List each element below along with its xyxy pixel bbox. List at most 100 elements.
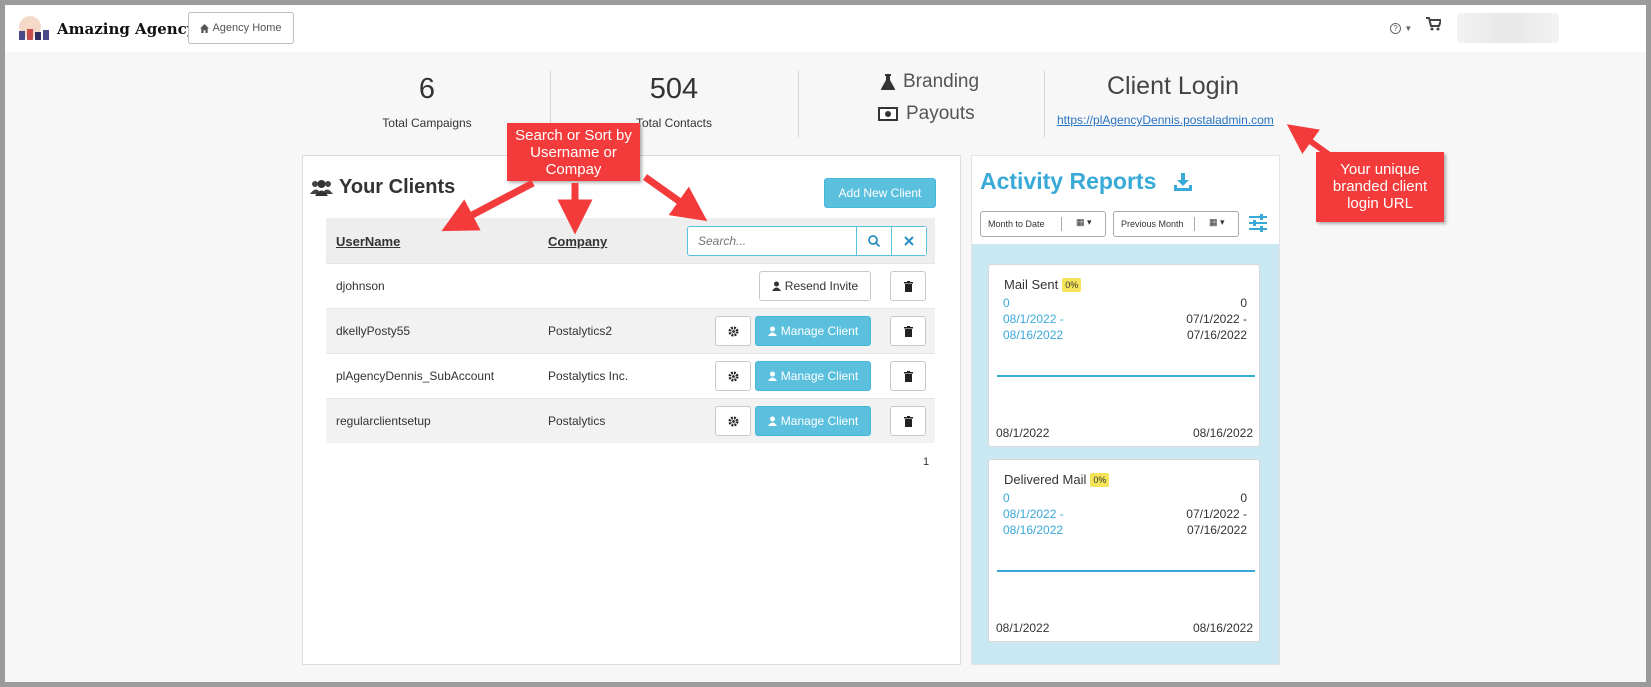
previous-range-line1: 07/1/2022 -: [1186, 312, 1247, 326]
sort-company-header[interactable]: Company: [548, 234, 607, 249]
total-campaigns-label: Total Campaigns: [382, 116, 472, 130]
mail-sent-card: Mail Sent 0% 0 08/1/2022 - 08/16/2022 0 …: [988, 264, 1260, 447]
current-range-select[interactable]: Month to Date ▦ ▾: [980, 211, 1106, 237]
sliders-icon[interactable]: [1249, 214, 1267, 232]
money-icon: [878, 107, 898, 121]
brand-name[interactable]: Amazing Agency: [57, 20, 196, 38]
client-login-title: Client Login: [1107, 72, 1240, 100]
row-company: Postalytics Inc.: [548, 369, 629, 383]
manage-client-button[interactable]: Manage Client: [755, 406, 871, 436]
user-account-menu[interactable]: [1457, 13, 1559, 43]
clients-title: Your Clients: [310, 176, 455, 199]
current-range-line1: 08/1/2022 -: [1003, 507, 1064, 521]
gear-icon: [727, 325, 739, 337]
previous-value: 0: [1240, 491, 1247, 505]
activity-reports-title: Activity Reports: [980, 168, 1193, 195]
search-callout: Search or Sort by Username or Compay: [507, 123, 640, 181]
gear-icon: [727, 415, 739, 427]
row-username: plAgencyDennis_SubAccount: [336, 369, 495, 383]
client-search: [687, 226, 927, 256]
gear-icon: [727, 370, 739, 382]
card-title-text: Mail Sent: [1004, 277, 1059, 292]
total-campaigns-stat: 6 Total Campaigns: [342, 73, 512, 130]
search-button[interactable]: [856, 227, 891, 255]
cart-icon[interactable]: [1426, 17, 1441, 31]
payouts-link[interactable]: Payouts: [878, 103, 975, 125]
stats-divider: [798, 71, 799, 137]
agency-home-label: Agency Home: [212, 22, 282, 34]
percent-badge: 0%: [1062, 277, 1082, 292]
agency-home-button[interactable]: Agency Home: [188, 12, 294, 44]
current-range-line1: 08/1/2022 -: [1003, 312, 1064, 326]
row-company: Postalytics2: [548, 324, 613, 338]
delete-client-button[interactable]: [890, 316, 926, 346]
resend-invite-label: Resend Invite: [784, 279, 859, 293]
current-range-label: Month to Date: [988, 219, 1045, 229]
calendar-icon: ▦ ▾: [1076, 217, 1092, 227]
delete-client-button[interactable]: [890, 361, 926, 391]
screenshot-frame: Amazing Agency Agency Home ? ▼ 6 Total C…: [0, 0, 1651, 687]
user-icon: [767, 416, 777, 426]
total-contacts-value: 504: [649, 73, 699, 105]
help-menu[interactable]: ? ▼: [1390, 20, 1412, 34]
download-icon[interactable]: [1174, 172, 1193, 191]
close-icon: [904, 236, 914, 246]
sort-username-header[interactable]: UserName: [336, 234, 400, 249]
current-value: 0: [1003, 491, 1010, 505]
table-row: regularclientsetup Postalytics Manage Cl…: [326, 398, 935, 443]
manage-client-label: Manage Client: [780, 369, 859, 383]
manage-client-label: Manage Client: [780, 414, 859, 428]
previous-range-line2: 07/16/2022: [1186, 328, 1247, 342]
compare-range-select[interactable]: Previous Month ▦ ▾: [1113, 211, 1239, 237]
agency-logo-icon[interactable]: [13, 15, 53, 43]
resend-invite-button[interactable]: Resend Invite: [759, 271, 871, 301]
activity-cards-area: Mail Sent 0% 0 08/1/2022 - 08/16/2022 0 …: [972, 244, 1279, 664]
manage-client-button[interactable]: Manage Client: [755, 316, 871, 346]
stats-divider: [1044, 71, 1045, 137]
clients-title-text: Your Clients: [339, 176, 456, 198]
pagination-page[interactable]: 1: [923, 456, 929, 468]
trash-icon: [903, 370, 913, 382]
table-header: UserName Company: [326, 218, 935, 263]
user-icon: [767, 326, 777, 336]
trash-icon: [903, 415, 913, 427]
row-username: regularclientsetup: [336, 414, 431, 428]
search-icon: [868, 235, 880, 247]
calendar-icon: ▦ ▾: [1209, 217, 1225, 227]
client-settings-button[interactable]: [715, 316, 751, 346]
current-range-line2: 08/16/2022: [1003, 523, 1064, 537]
client-login-url[interactable]: https://plAgencyDennis.postaladmin.com: [1057, 113, 1274, 127]
chevron-down-icon: ▼: [1404, 24, 1413, 33]
total-campaigns-value: 6: [418, 73, 436, 105]
axis-start: 08/1/2022: [996, 621, 1050, 635]
branding-label: Branding: [903, 71, 980, 92]
user-icon: [767, 371, 777, 381]
url-callout: Your unique branded client login URL: [1316, 152, 1444, 222]
card-title-text: Delivered Mail: [1004, 472, 1087, 487]
add-new-client-button[interactable]: Add New Client: [824, 178, 936, 208]
current-value: 0: [1003, 296, 1010, 310]
client-settings-button[interactable]: [715, 361, 751, 391]
card-title: Mail Sent 0%: [1004, 277, 1082, 292]
trash-icon: [903, 280, 913, 292]
home-icon: [200, 23, 210, 33]
activity-title-text: Activity Reports: [980, 168, 1157, 194]
branding-link[interactable]: Branding: [881, 71, 979, 93]
previous-range-line2: 07/16/2022: [1186, 523, 1247, 537]
top-navbar: Amazing Agency Agency Home ? ▼: [5, 5, 1646, 52]
previous-value: 0: [1240, 296, 1247, 310]
delete-client-button[interactable]: [890, 271, 926, 301]
client-settings-button[interactable]: [715, 406, 751, 436]
row-username: djohnson: [336, 279, 385, 293]
users-icon: [310, 179, 333, 196]
search-input[interactable]: [688, 227, 856, 255]
clear-search-button[interactable]: [891, 227, 926, 255]
axis-start: 08/1/2022: [996, 426, 1050, 440]
delivered-mail-card: Delivered Mail 0% 0 08/1/2022 - 08/16/20…: [988, 459, 1260, 642]
help-icon: ?: [1390, 23, 1401, 34]
user-icon: [771, 281, 781, 291]
manage-client-button[interactable]: Manage Client: [755, 361, 871, 391]
clients-table: UserName Company Search... djohnson Rese…: [326, 218, 935, 443]
delete-client-button[interactable]: [890, 406, 926, 436]
card-title: Delivered Mail 0%: [1004, 472, 1110, 487]
